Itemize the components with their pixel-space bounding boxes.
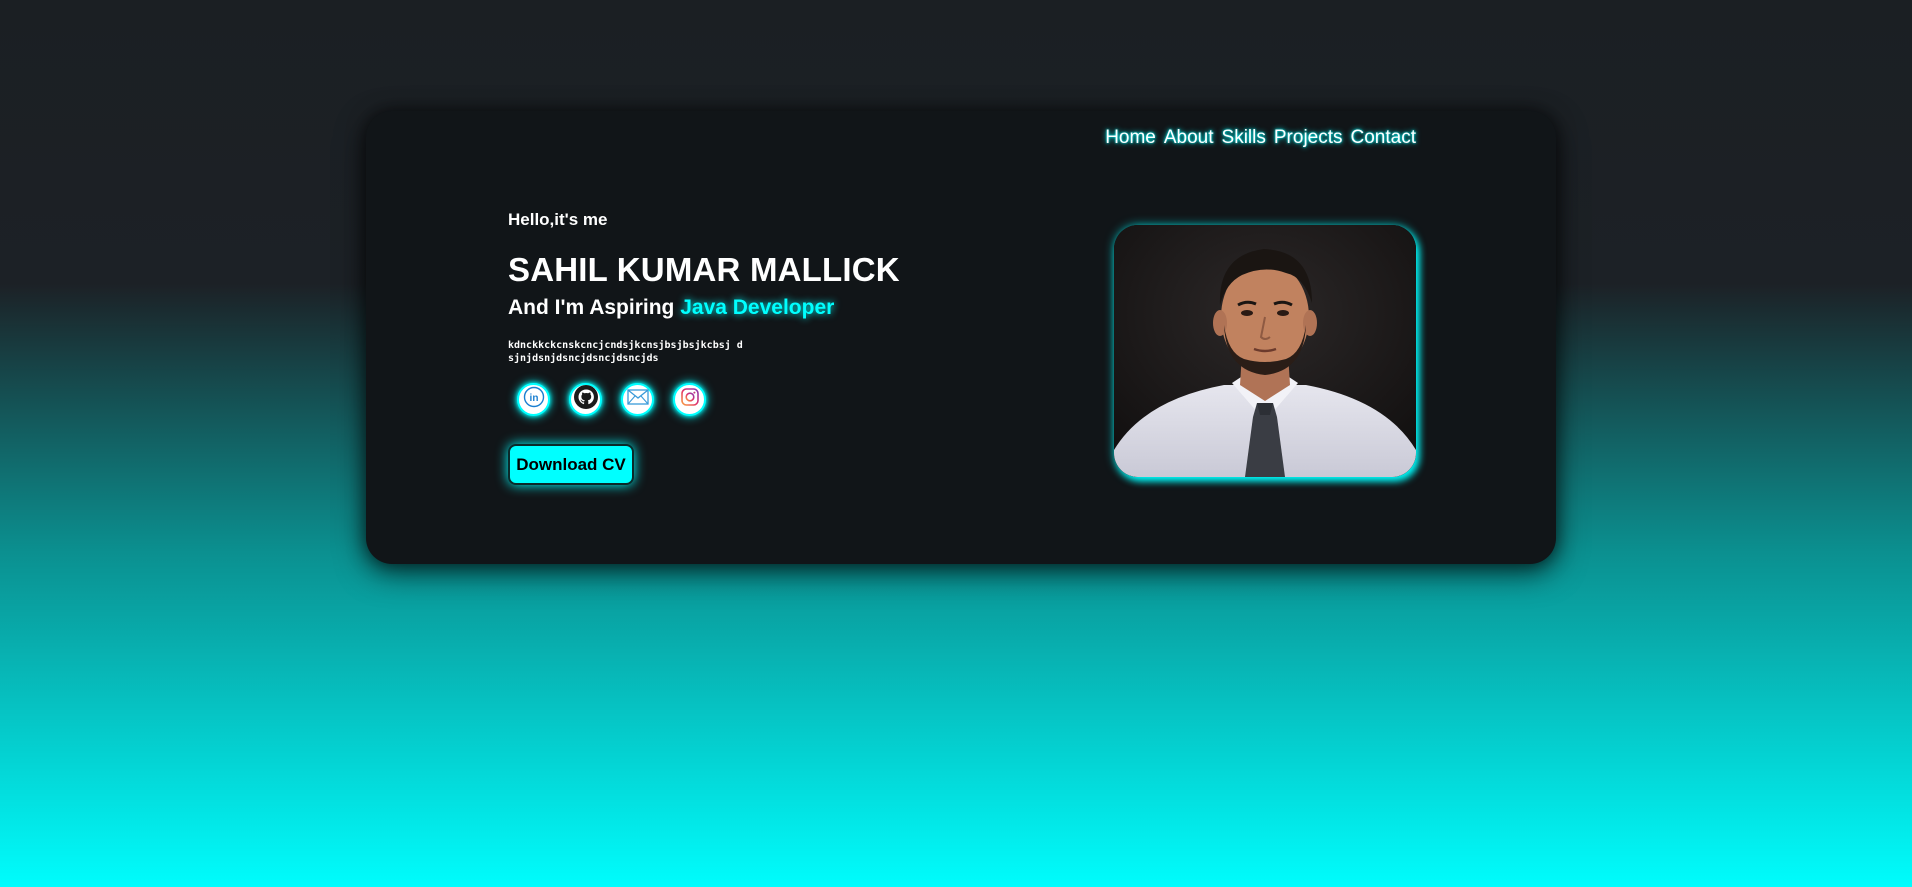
nav-about-link[interactable]: About — [1164, 127, 1214, 149]
linkedin-link[interactable]: in — [517, 383, 550, 416]
instagram-link[interactable] — [673, 383, 706, 416]
hero-role: And I'm Aspiring Java Developer — [508, 296, 834, 320]
linkedin-icon: in — [523, 386, 545, 413]
svg-text:in: in — [529, 393, 538, 404]
top-nav: Home About Skills Projects Contact — [1105, 127, 1416, 149]
hero-name: SAHIL KUMAR MALLICK — [508, 251, 900, 288]
instagram-icon — [679, 386, 701, 413]
hero-card: Home About Skills Projects Contact Hello… — [366, 111, 1556, 564]
nav-skills-link[interactable]: Skills — [1222, 127, 1266, 149]
mail-icon — [626, 385, 650, 414]
nav-contact-link[interactable]: Contact — [1351, 127, 1416, 149]
github-icon — [573, 384, 599, 415]
greeting-text: Hello,it's me — [508, 210, 608, 229]
nav-projects-link[interactable]: Projects — [1274, 127, 1343, 149]
profile-photo — [1114, 225, 1416, 477]
nav-home-link[interactable]: Home — [1105, 127, 1156, 149]
role-prefix: And I'm Aspiring — [508, 296, 681, 319]
download-cv-button[interactable]: Download CV — [508, 444, 634, 485]
github-link[interactable] — [569, 383, 602, 416]
hero-description: kdnckkckcnskcncjcndsjkcnsjbsjbsjkcbsj ds… — [508, 340, 743, 364]
profile-portrait-image — [1114, 225, 1416, 477]
social-links: in — [517, 383, 706, 416]
role-highlight: Java Developer — [680, 296, 835, 319]
mail-link[interactable] — [621, 383, 654, 416]
